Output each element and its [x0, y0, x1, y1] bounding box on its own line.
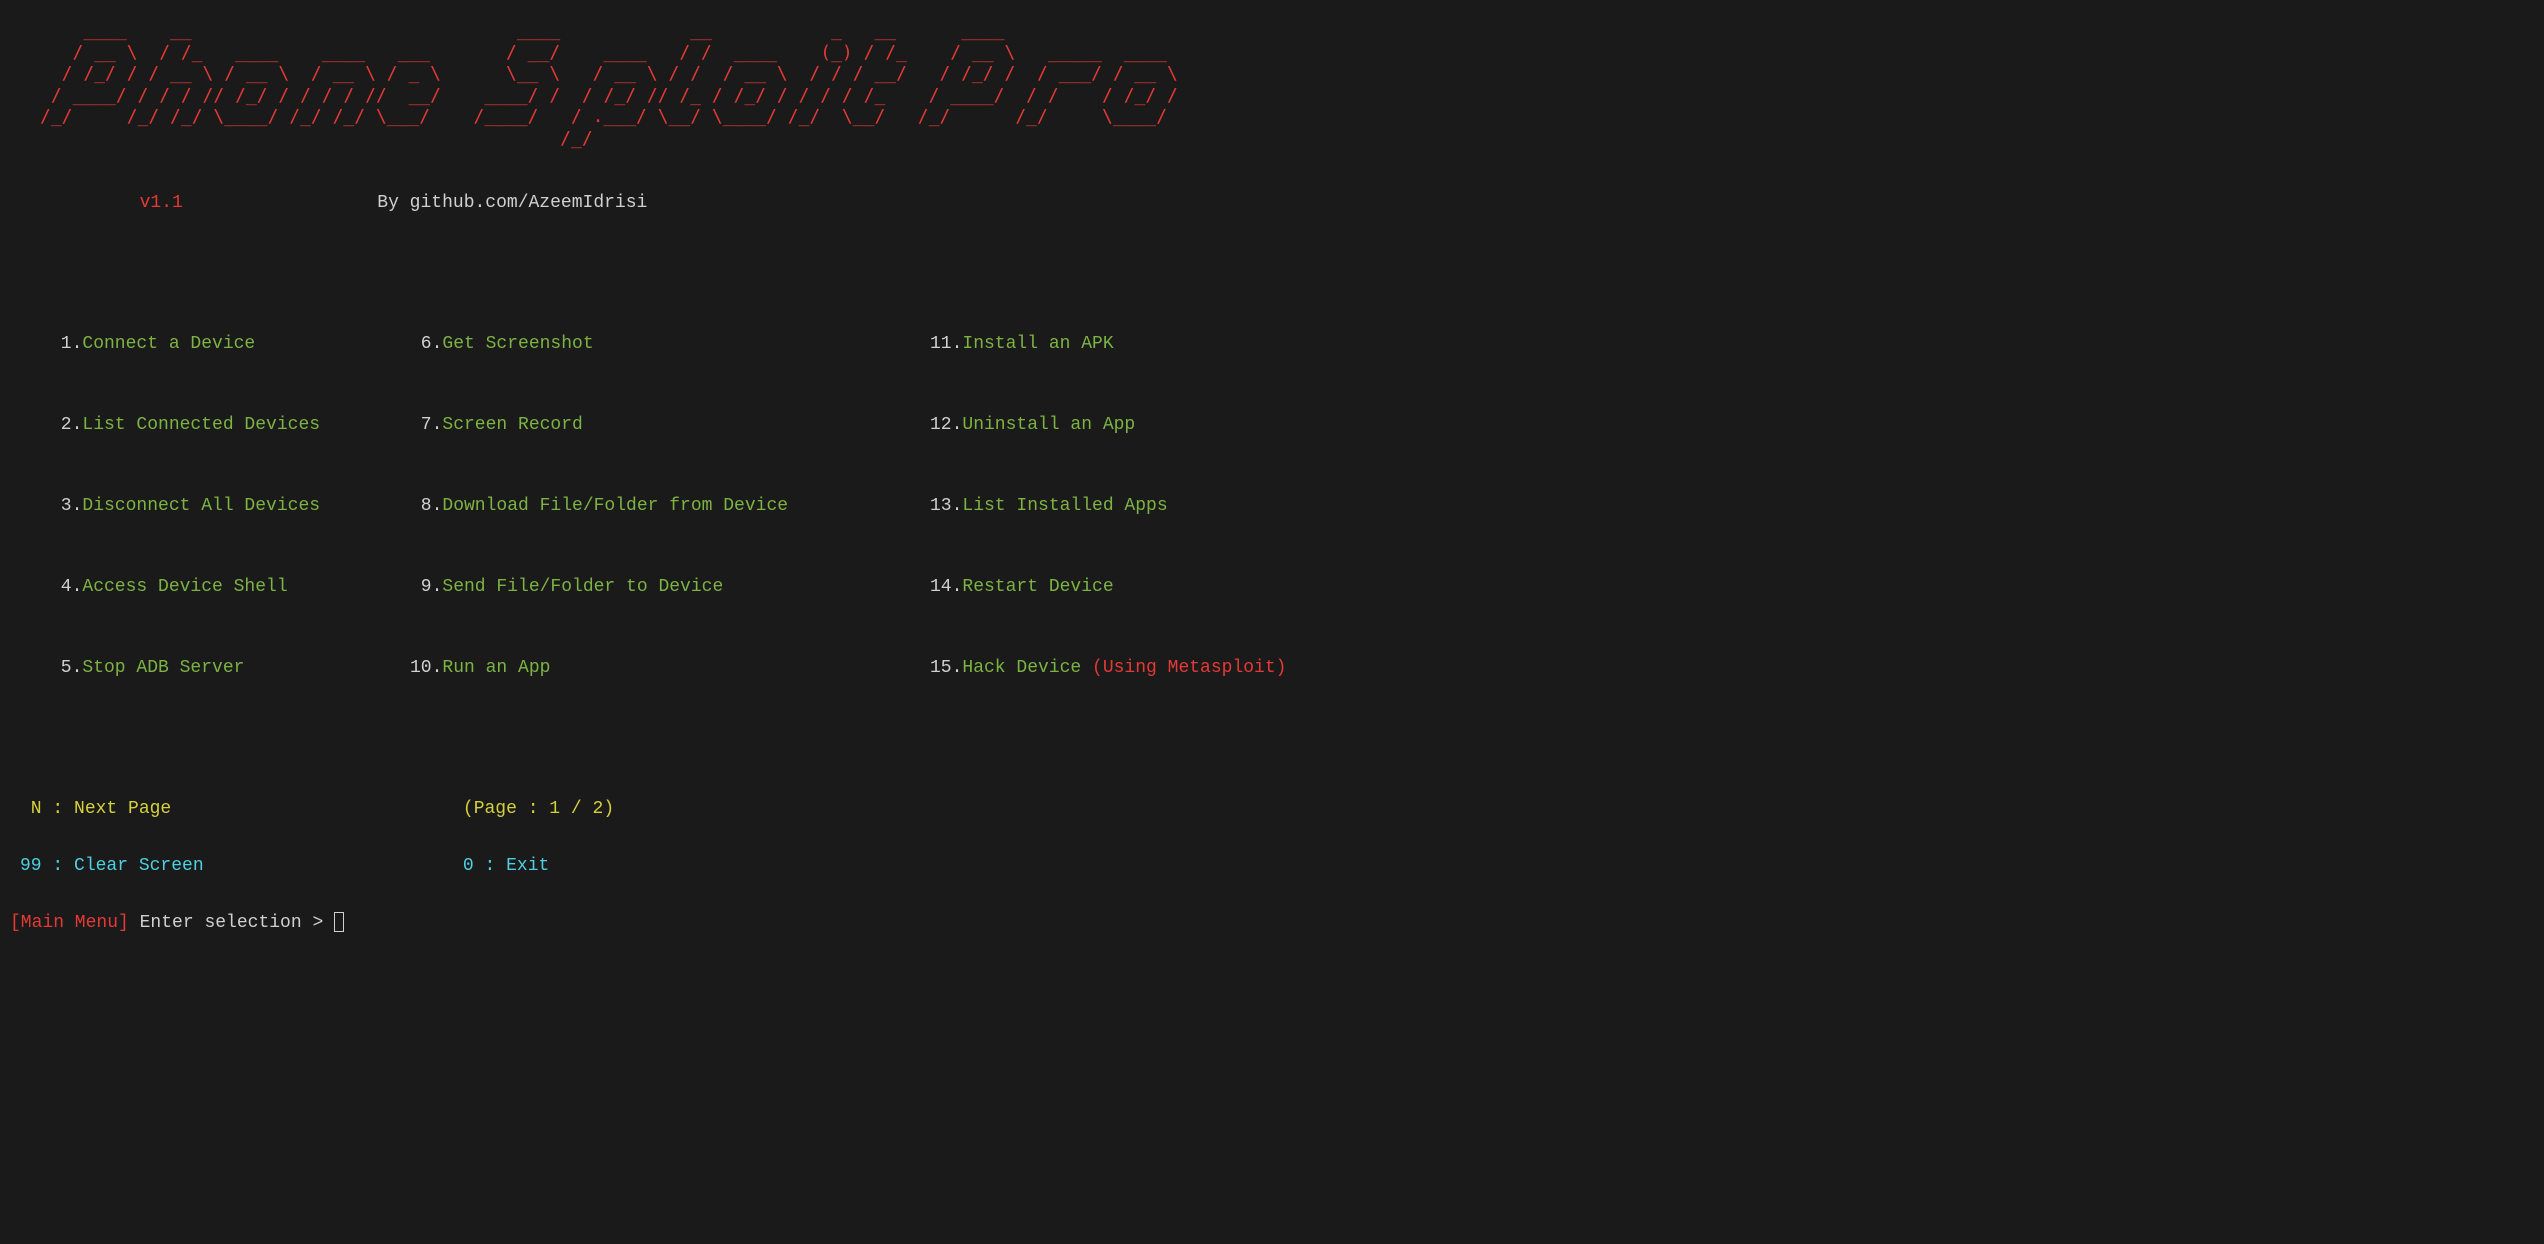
menu-extra: (Using Metasploit): [1092, 655, 1286, 682]
prompt-context: [Main Menu]: [10, 913, 129, 933]
menu-item-12[interactable]: 12. Uninstall an App: [930, 412, 1430, 439]
menu-item-2[interactable]: 2. List Connected Devices: [50, 412, 410, 439]
menu-num: 14.: [930, 574, 962, 601]
nav-next-page[interactable]: N : Next Page (Page : 1 / 2): [20, 796, 2534, 823]
menu-label: Uninstall an App: [962, 412, 1135, 439]
menu-item-1[interactable]: 1. Connect a Device: [50, 331, 410, 358]
menu-label: Send File/Folder to Device: [442, 574, 723, 601]
cursor-icon: [334, 912, 344, 932]
info-line: v1.1 By github.com/AzeemIdrisi: [10, 190, 2534, 217]
menu-num: 11.: [930, 331, 962, 358]
menu-item-11[interactable]: 11. Install an APK: [930, 331, 1430, 358]
menu-column-1: 1. Connect a Device 2. List Connected De…: [10, 277, 410, 736]
menu-label: Access Device Shell: [82, 574, 287, 601]
menu-num: 8.: [410, 493, 442, 520]
menu-item-5[interactable]: 5. Stop ADB Server: [50, 655, 410, 682]
nav-key: 0 :: [452, 856, 506, 876]
prompt-line[interactable]: [Main Menu] Enter selection >: [10, 910, 2534, 937]
nav-key: 99 :: [20, 856, 74, 876]
menu-label: List Connected Devices: [82, 412, 320, 439]
menu-grid: 1. Connect a Device 2. List Connected De…: [10, 277, 2534, 736]
menu-num: 6.: [410, 331, 442, 358]
menu-item-4[interactable]: 4. Access Device Shell: [50, 574, 410, 601]
menu-num: 1.: [50, 331, 82, 358]
menu-num: 13.: [930, 493, 962, 520]
menu-label: Install an APK: [962, 331, 1113, 358]
menu-label: Get Screenshot: [442, 331, 593, 358]
menu-label: Run an App: [442, 655, 550, 682]
menu-label: Screen Record: [442, 412, 582, 439]
menu-column-3: 11. Install an APK 12. Uninstall an App …: [930, 277, 1430, 736]
menu-num: 12.: [930, 412, 962, 439]
menu-item-15[interactable]: 15. Hack Device (Using Metasploit): [930, 655, 1430, 682]
menu-item-3[interactable]: 3. Disconnect All Devices: [50, 493, 410, 520]
menu-label: Disconnect All Devices: [82, 493, 320, 520]
menu-label: List Installed Apps: [962, 493, 1167, 520]
menu-item-13[interactable]: 13. List Installed Apps: [930, 493, 1430, 520]
menu-num: 7.: [410, 412, 442, 439]
menu-num: 15.: [930, 655, 962, 682]
menu-item-10[interactable]: 10. Run an App: [410, 655, 930, 682]
ascii-banner: ____ __ ____ __ _ __ ____ / __ \ / /_ __…: [40, 20, 2534, 150]
author-text: By github.com/AzeemIdrisi: [377, 193, 647, 213]
menu-item-7[interactable]: 7. Screen Record: [410, 412, 930, 439]
menu-item-8[interactable]: 8. Download File/Folder from Device: [410, 493, 930, 520]
menu-item-14[interactable]: 14. Restart Device: [930, 574, 1430, 601]
menu-label: Download File/Folder from Device: [442, 493, 788, 520]
menu-num: 3.: [50, 493, 82, 520]
menu-num: 5.: [50, 655, 82, 682]
menu-num: 2.: [50, 412, 82, 439]
menu-label: Stop ADB Server: [82, 655, 244, 682]
menu-num: 10.: [410, 655, 442, 682]
menu-column-2: 6. Get Screenshot 7. Screen Record 8. Do…: [410, 277, 930, 736]
menu-item-6[interactable]: 6. Get Screenshot: [410, 331, 930, 358]
nav-label: Next Page: [74, 799, 171, 819]
menu-item-9[interactable]: 9. Send File/Folder to Device: [410, 574, 930, 601]
nav-exit[interactable]: 0 : Exit: [452, 856, 549, 876]
prompt-text: Enter selection >: [129, 913, 334, 933]
nav-label: Clear Screen: [74, 856, 204, 876]
menu-label: Restart Device: [962, 574, 1113, 601]
menu-label: Hack Device: [962, 655, 1092, 682]
nav-label: Exit: [506, 856, 549, 876]
version-text: v1.1: [140, 193, 183, 213]
menu-num: 4.: [50, 574, 82, 601]
page-info: (Page : 1 / 2): [463, 799, 614, 819]
menu-num: 9.: [410, 574, 442, 601]
nav-clear-screen[interactable]: 99 : Clear Screen: [20, 856, 204, 876]
menu-label: Connect a Device: [82, 331, 255, 358]
nav-key: N :: [20, 799, 74, 819]
